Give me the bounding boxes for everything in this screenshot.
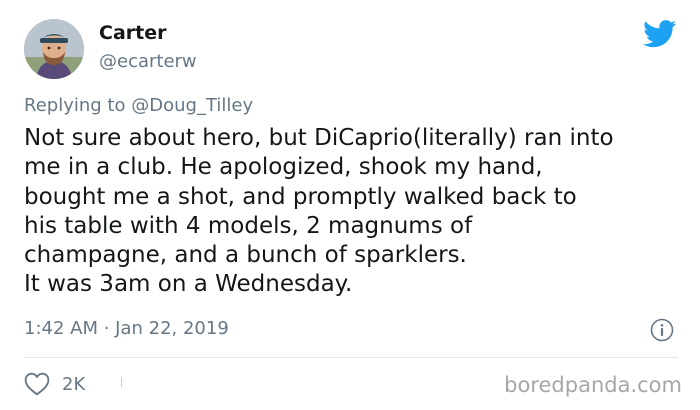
reply-context: Replying to @Doug_Tilley [24,95,253,116]
display-name[interactable]: Carter [99,22,166,44]
reply-prefix: Replying to [24,95,126,116]
tweet-text: Not sure about hero, but DiCaprio(litera… [24,124,684,300]
avatar[interactable] [24,19,84,79]
tweet-text-line: his table with 4 models, 2 magnums of [24,212,473,239]
tweet-timestamp[interactable]: 1:42 AM · Jan 22, 2019 [24,318,229,339]
tweet-text-line: It was 3am on a Wednesday. [24,271,353,298]
user-handle[interactable]: @ecarterw [99,51,197,72]
tweet-text-line: Not sure about hero, but DiCaprio(litera… [24,125,614,151]
divider [24,357,678,358]
like-button[interactable]: 2K [24,371,85,397]
tweet-text-line: champagne, and a bunch of sparklers. [24,242,467,269]
tweet-text-line: bought me a shot, and promptly walked ba… [24,183,577,210]
watermark: boredpanda.com [504,373,682,397]
twitter-bird-icon[interactable] [643,20,677,48]
heart-icon[interactable] [24,372,50,396]
action-separator [121,377,122,387]
reply-mention-link[interactable]: @Doug_Tilley [131,95,253,116]
like-count: 2K [62,373,86,395]
info-icon[interactable] [650,318,674,342]
tweet-text-line: me in a club. He apologized, shook my ha… [24,154,543,181]
tweet-card: Carter @ecarterw Replying to @Doug_Tille… [0,0,700,410]
